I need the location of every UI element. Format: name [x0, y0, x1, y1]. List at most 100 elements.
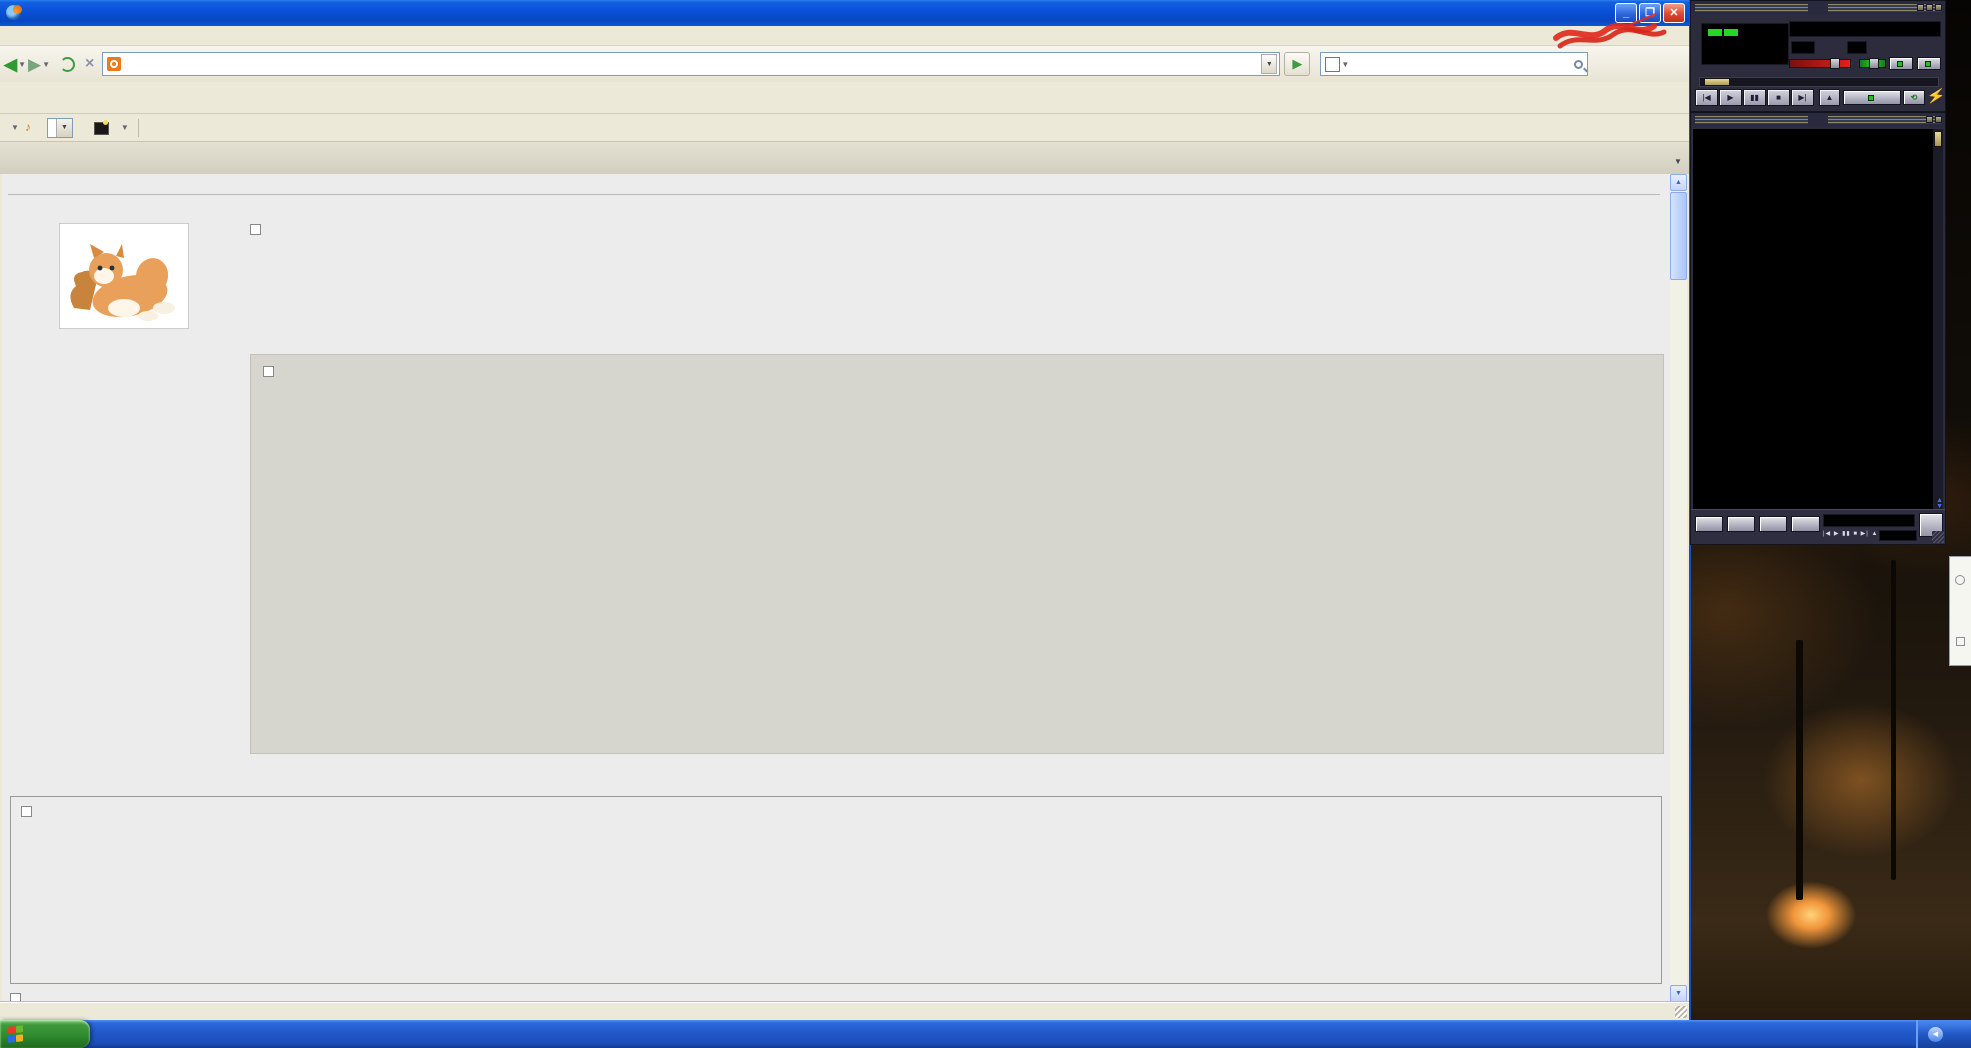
post-checkbox[interactable] — [250, 224, 261, 235]
playlist-mini-transport[interactable]: |◀ ▶ ▮▮ ■ ▶| ▲ — [1823, 530, 1878, 537]
search-engine-dropdown[interactable]: ▼ — [1341, 60, 1349, 69]
piratebay-toolbar: ▼ ▼ ▼ — [0, 114, 1689, 142]
windows-flag-icon — [8, 1025, 24, 1043]
search-icon[interactable] — [1574, 60, 1583, 69]
scrollbar-thumb[interactable] — [1670, 192, 1687, 280]
previous-button[interactable]: |◀ — [1695, 89, 1718, 106]
stop-button[interactable]: ■ — [1767, 89, 1790, 106]
playlist-bottom-bar: |◀ ▶ ▮▮ ■ ▶| ▲ ▲▼ — [1691, 509, 1945, 544]
page-content — [2, 174, 1672, 1002]
menu-bar — [0, 26, 1689, 46]
volume-thumb[interactable] — [1830, 58, 1840, 69]
pause-button[interactable]: ▮▮ — [1743, 89, 1766, 106]
tree-silhouette — [1796, 640, 1803, 900]
stop-button[interactable]: × — [85, 55, 94, 73]
lightning-bolt-logo: ⚡ — [1926, 86, 1947, 106]
playlist-scrollbar[interactable] — [1933, 129, 1943, 509]
playlist-resize-grip[interactable] — [1932, 531, 1944, 543]
reload-button[interactable] — [60, 57, 75, 72]
music-note-icon — [23, 120, 39, 136]
url-bar: ▼ — [102, 52, 1280, 76]
balance-thumb[interactable] — [1869, 58, 1879, 69]
bitrate-display — [1791, 41, 1815, 54]
horizontal-rule — [8, 194, 1660, 195]
background-dialog-sliver — [1949, 556, 1971, 666]
playlist-time-display — [1823, 514, 1915, 527]
tab-bar: ▼ — [0, 142, 1689, 174]
op-post — [250, 222, 1662, 261]
titlebar-ribs — [1695, 4, 1808, 12]
eject-button[interactable]: ▲ — [1819, 89, 1840, 106]
post-checkbox[interactable] — [10, 993, 21, 1002]
reply-post — [10, 796, 1662, 984]
post-header — [21, 804, 1651, 819]
search-engine-icon[interactable] — [1325, 57, 1340, 72]
content-scrollbar[interactable]: ▲ ▼ — [1670, 174, 1687, 1002]
playlist-close-button[interactable] — [1935, 116, 1942, 123]
thread-image-thumbnail[interactable] — [60, 224, 188, 328]
volume-slider[interactable] — [1789, 59, 1851, 68]
rss-feed-button[interactable]: ▼ — [113, 121, 131, 134]
post-checkbox[interactable] — [21, 806, 32, 817]
language-indicator[interactable] — [1951, 1033, 1957, 1035]
winamp-main-window: |◀ ▶ ▮▮ ■ ▶| ▲ ⟲ ⚡ — [1690, 0, 1946, 112]
track-title-display[interactable] — [1789, 21, 1941, 37]
remove-button[interactable] — [1727, 516, 1755, 532]
url-input[interactable] — [126, 57, 1261, 72]
winamp-minimize-button[interactable] — [1917, 4, 1924, 11]
start-button[interactable] — [0, 1020, 90, 1048]
reply-post — [250, 354, 1664, 754]
playlist-toggle-button[interactable] — [1917, 57, 1941, 70]
scroll-up-button[interactable]: ▲ — [1670, 174, 1687, 191]
add-button[interactable] — [1695, 516, 1723, 532]
resize-grip[interactable] — [1675, 1006, 1687, 1018]
piratebay-dropdown-arrow[interactable]: ▼ — [11, 123, 19, 132]
scroll-down-button[interactable]: ▼ — [1670, 985, 1687, 1002]
post-header — [263, 363, 1651, 379]
search-input[interactable] — [1354, 57, 1574, 72]
misc-button[interactable] — [1791, 516, 1820, 532]
firefox-window: _ ❐ ✕ ◀▼ ▶▼ × ▼ ▶ ▼ — [0, 0, 1691, 1020]
red-scribble-censor — [1548, 10, 1678, 56]
winamp-shade-button[interactable] — [1926, 4, 1933, 11]
post-header — [250, 222, 1662, 237]
next-button[interactable]: ▶| — [1791, 89, 1814, 106]
window-titlebar[interactable]: _ ❐ ✕ — [0, 0, 1689, 26]
back-button[interactable]: ◀▼ — [4, 56, 26, 73]
post-checkbox[interactable] — [263, 366, 274, 377]
playlist-titlebar[interactable] — [1691, 113, 1945, 127]
go-button[interactable]: ▶ — [1284, 52, 1310, 76]
seek-thumb[interactable] — [1704, 78, 1730, 86]
winamp-close-button[interactable] — [1935, 4, 1942, 11]
rss-icon — [93, 120, 109, 136]
shuffle-button[interactable] — [1843, 90, 1901, 105]
site-favicon — [107, 57, 121, 71]
url-dropdown-button[interactable]: ▼ — [1261, 54, 1277, 74]
playlist-scroll-arrows[interactable]: ▲▼ — [1936, 498, 1943, 510]
select-button[interactable] — [1759, 516, 1787, 532]
play-button[interactable]: ▶ — [1719, 89, 1742, 106]
hide-icons-chevron[interactable]: ◀ — [1928, 1027, 1943, 1042]
toolbar-separator — [138, 119, 139, 137]
firefox-icon — [6, 5, 22, 21]
balance-slider[interactable] — [1859, 59, 1886, 68]
playlist-shade-button[interactable] — [1926, 116, 1933, 123]
screen: _ ❐ ✕ ◀▼ ▶▼ × ▼ ▶ ▼ — [0, 0, 1971, 1048]
tab-list-dropdown[interactable]: ▼ — [1669, 150, 1687, 174]
status-bar — [0, 1002, 1689, 1020]
taskbar: ◀ — [0, 1020, 1971, 1048]
playlist-scroll-thumb[interactable] — [1934, 131, 1942, 147]
combo-dropdown-button[interactable]: ▼ — [56, 119, 72, 137]
checkbox-icon — [1956, 637, 1965, 646]
system-tray: ◀ — [1916, 1020, 1971, 1048]
seek-bar[interactable] — [1699, 77, 1939, 87]
winamp-playlist-window: |◀ ▶ ▮▮ ■ ▶| ▲ ▲▼ — [1690, 112, 1946, 545]
forward-button[interactable]: ▶▼ — [28, 56, 50, 73]
radio-icon — [1955, 575, 1965, 585]
visualizer[interactable] — [1701, 23, 1789, 65]
search-history-combo[interactable]: ▼ — [47, 118, 73, 138]
repeat-button[interactable]: ⟲ — [1903, 90, 1925, 105]
titlebar-ribs — [1828, 116, 1941, 124]
equalizer-button[interactable] — [1889, 57, 1913, 70]
winamp-titlebar[interactable] — [1691, 1, 1945, 15]
